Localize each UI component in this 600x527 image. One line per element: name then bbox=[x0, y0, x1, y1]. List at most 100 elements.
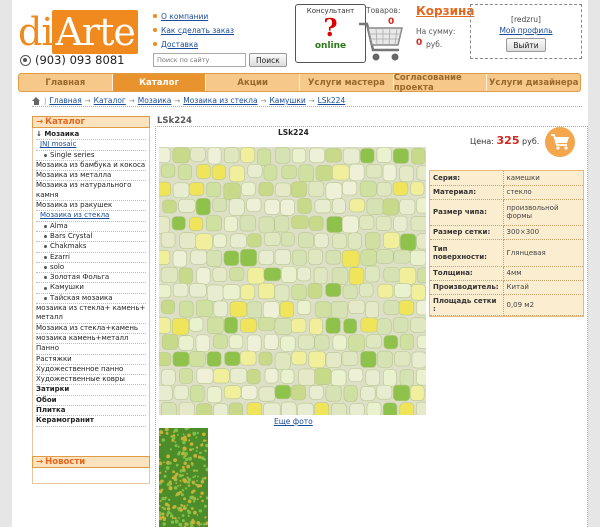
mosaic-chip bbox=[211, 164, 226, 180]
nav-project-approval[interactable]: Согласование проекта bbox=[394, 73, 488, 93]
news-title[interactable]: → Новости bbox=[32, 456, 150, 468]
nav-master-services[interactable]: Услуги мастера bbox=[300, 74, 394, 91]
sidebar-item[interactable]: Мозаика из натурального камня bbox=[36, 181, 146, 202]
sidebar-item[interactable]: Мозаика из бамбука и кокоса bbox=[36, 160, 146, 172]
sidebar-item-label: Мозаика из металла bbox=[36, 171, 112, 180]
sidebar-item[interactable]: Плитка bbox=[36, 406, 146, 417]
sidebar-item[interactable]: solo bbox=[36, 263, 146, 274]
sidebar-item[interactable]: Single series bbox=[36, 151, 146, 161]
mosaic-chip bbox=[263, 402, 281, 415]
nav-catalog[interactable]: Каталог bbox=[112, 74, 207, 91]
sidebar-item[interactable]: JNJ mosaic bbox=[36, 140, 146, 151]
thumbnail-speck bbox=[173, 477, 177, 481]
thumbnail-speck bbox=[159, 482, 162, 485]
consultant-widget[interactable]: Консультант ? online bbox=[295, 4, 366, 63]
sidebar-item[interactable]: мозаика из стекла+ камень+ металл bbox=[36, 304, 146, 324]
sidebar-item[interactable]: ↓ Мозаика bbox=[36, 130, 146, 141]
product-thumbnail[interactable] bbox=[159, 428, 208, 527]
mosaic-chip bbox=[383, 369, 397, 387]
logout-button[interactable]: Выйти bbox=[506, 38, 546, 52]
mosaic-chip bbox=[172, 250, 187, 268]
sidebar-item[interactable]: Обои bbox=[36, 396, 146, 407]
sidebar-item[interactable]: Bars Crystal bbox=[36, 231, 146, 243]
link-delivery[interactable]: Доставка bbox=[161, 40, 198, 49]
add-to-cart-button[interactable] bbox=[545, 127, 575, 157]
mosaic-chip bbox=[291, 215, 309, 229]
breadcrumb-glass-mosaic[interactable]: Мозаика из стекла bbox=[183, 96, 257, 105]
thumbnail-speck bbox=[200, 523, 203, 526]
thumbnail-speck bbox=[201, 477, 205, 481]
sidebar-item[interactable]: Камушки bbox=[36, 283, 146, 294]
sidebar-item-label: Мозаика из бамбука и кокоса bbox=[36, 160, 146, 169]
mosaic-chip bbox=[416, 300, 426, 316]
breadcrumb-home[interactable]: Главная bbox=[49, 96, 81, 105]
mosaic-chip bbox=[309, 147, 325, 163]
top-links: О компании Как сделать заказ Доставка bbox=[153, 9, 234, 51]
mosaic-chip bbox=[246, 301, 263, 319]
sidebar-item[interactable]: Мозаика из стекла+камень bbox=[36, 324, 146, 334]
sidebar-item[interactable]: Chakmaks bbox=[36, 242, 146, 253]
cart-link[interactable]: Корзина bbox=[416, 4, 474, 18]
site-logo[interactable]: diArte bbox=[18, 10, 138, 54]
mosaic-chip bbox=[223, 385, 242, 400]
spec-value: Глянцевая bbox=[503, 239, 583, 267]
thumbnail-speck bbox=[186, 464, 191, 469]
sidebar-item[interactable]: Ezarri bbox=[36, 253, 146, 263]
breadcrumb-mosaic[interactable]: Мозаика bbox=[138, 96, 172, 105]
mosaic-chip bbox=[262, 301, 280, 319]
spec-value: 0,09 м2 bbox=[503, 294, 583, 316]
thumbnail-speck bbox=[193, 510, 197, 515]
thumbnail-speck bbox=[174, 444, 178, 448]
sidebar-item[interactable]: мозаика камень+металл bbox=[36, 334, 146, 345]
cart-sum-label: На сумму: bbox=[416, 27, 456, 36]
mosaic-chip bbox=[325, 148, 342, 163]
sidebar-item[interactable]: Мозаика из ракушек bbox=[36, 201, 146, 212]
thumbnail-speck bbox=[191, 464, 194, 467]
mosaic-chip bbox=[189, 283, 207, 298]
search-input[interactable] bbox=[153, 53, 246, 67]
nav-home[interactable]: Главная bbox=[19, 74, 113, 91]
mosaic-chip bbox=[172, 147, 190, 164]
sidebar-item[interactable]: Художественные ковры bbox=[36, 375, 146, 386]
sidebar-item[interactable]: Художественное панно bbox=[36, 365, 146, 376]
sidebar-item[interactable]: Растяжки bbox=[36, 355, 146, 365]
thumbnail-speck bbox=[201, 456, 205, 460]
home-icon[interactable] bbox=[32, 96, 41, 105]
link-about[interactable]: О компании bbox=[161, 12, 208, 21]
sidebar-item[interactable]: Мозаика из стекла bbox=[36, 211, 146, 222]
sidebar-item[interactable]: Золотая Фольга bbox=[36, 273, 146, 284]
breadcrumb-current[interactable]: LSk224 bbox=[318, 96, 346, 105]
mosaic-chip bbox=[196, 163, 211, 179]
sidebar-item[interactable]: Керамогранит bbox=[36, 416, 146, 427]
breadcrumb-pebbles[interactable]: Камушки bbox=[269, 96, 305, 105]
thumbnail-speck bbox=[181, 514, 185, 517]
breadcrumb-catalog[interactable]: Каталог bbox=[94, 96, 126, 105]
more-photos-link[interactable]: Еще фото bbox=[274, 417, 313, 426]
mosaic-chip bbox=[190, 249, 208, 265]
mosaic-chip bbox=[348, 299, 366, 314]
mosaic-chip bbox=[212, 197, 227, 212]
sidebar-item[interactable]: Затирки bbox=[36, 385, 146, 396]
spec-row: Размер чипа: произвольной формы bbox=[430, 199, 583, 226]
mosaic-chip bbox=[376, 384, 393, 400]
nav-designer-services[interactable]: Услуги дизайнера bbox=[487, 74, 580, 91]
nav-promotions[interactable]: Акции bbox=[206, 74, 301, 91]
thumbnail-speck bbox=[182, 449, 184, 452]
search-button[interactable]: Поиск bbox=[249, 53, 287, 67]
profile-link[interactable]: Мой профиль bbox=[471, 26, 581, 35]
sidebar-item-label: Bars Crystal bbox=[50, 231, 93, 240]
sidebar-item[interactable]: Мозаика из металла bbox=[36, 171, 146, 182]
thumbnail-speck bbox=[192, 476, 195, 479]
mosaic-chip bbox=[162, 199, 177, 214]
thumbnail-speck bbox=[163, 461, 165, 464]
bullet-icon bbox=[153, 28, 157, 32]
mosaic-chip bbox=[247, 233, 262, 248]
link-how-to-order[interactable]: Как сделать заказ bbox=[161, 26, 234, 35]
mosaic-chip bbox=[392, 181, 409, 196]
sidebar-item[interactable]: Тайская мозаика bbox=[36, 294, 146, 305]
mosaic-chip bbox=[189, 216, 203, 232]
product-photo[interactable] bbox=[159, 147, 426, 415]
sidebar-item[interactable]: Alma bbox=[36, 222, 146, 232]
mosaic-chip bbox=[332, 198, 346, 214]
sidebar-item[interactable]: Панно bbox=[36, 344, 146, 355]
